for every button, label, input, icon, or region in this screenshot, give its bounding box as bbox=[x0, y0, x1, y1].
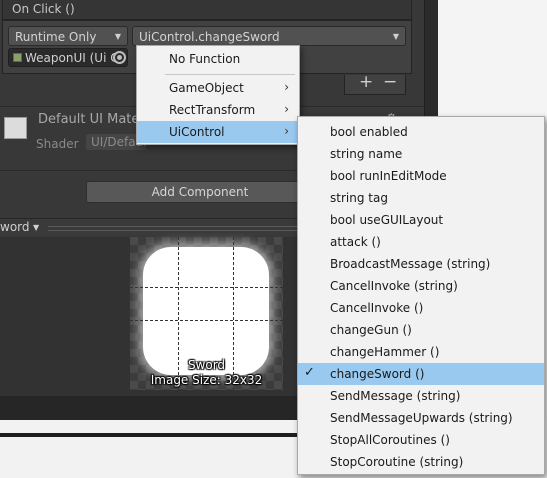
menu-separator bbox=[165, 74, 295, 75]
menu-item-label: changeHammer () bbox=[330, 345, 440, 359]
menu-item-label: attack () bbox=[330, 235, 381, 249]
menu-item-stopallcoroutines[interactable]: StopAllCoroutines () bbox=[298, 429, 544, 451]
menu-item-cancelinvoke[interactable]: CancelInvoke () bbox=[298, 297, 544, 319]
sword-sprite-image bbox=[143, 247, 269, 375]
menu-item-cancelinvoke-string[interactable]: CancelInvoke (string) bbox=[298, 275, 544, 297]
function-dropdown[interactable]: UiControl.changeSword ▼ bbox=[132, 26, 406, 46]
dropdown-arrow-icon: ▼ bbox=[392, 32, 399, 41]
submenu-arrow-icon: › bbox=[284, 80, 289, 94]
menu-item-changegun[interactable]: changeGun () bbox=[298, 319, 544, 341]
uicontrol-function-menu: bool enabled string name bool runInEditM… bbox=[297, 116, 545, 475]
menu-item-label: CancelInvoke () bbox=[330, 301, 424, 315]
background-area bbox=[438, 0, 547, 116]
menu-item-no-function[interactable]: No Function bbox=[137, 48, 299, 70]
menu-item-label: bool useGUILayout bbox=[330, 213, 444, 227]
target-object-value: WeaponUI (Ui C bbox=[25, 51, 119, 65]
target-object-field[interactable]: WeaponUI (Ui C bbox=[8, 48, 128, 67]
dropdown-arrow-icon: ▼ bbox=[114, 32, 121, 41]
dropdown-arrow-icon[interactable]: ▼ bbox=[33, 223, 39, 232]
menu-item-label: StopAllCoroutines () bbox=[330, 433, 450, 447]
function-value: UiControl.changeSword bbox=[139, 30, 280, 44]
menu-item-label: StopCoroutine (string) bbox=[330, 455, 464, 469]
menu-item-bool-enabled[interactable]: bool enabled bbox=[298, 121, 544, 143]
menu-item-gameobject[interactable]: GameObject › bbox=[137, 77, 299, 99]
menu-item-label: bool enabled bbox=[330, 125, 408, 139]
menu-item-sendmessage[interactable]: SendMessage (string) bbox=[298, 385, 544, 407]
slice-guide-line bbox=[130, 320, 283, 321]
menu-item-string-name[interactable]: string name bbox=[298, 143, 544, 165]
object-picker-icon[interactable] bbox=[113, 51, 126, 64]
menu-item-broadcastmessage[interactable]: BroadcastMessage (string) bbox=[298, 253, 544, 275]
runtime-mode-value: Runtime Only bbox=[15, 30, 97, 44]
menu-item-attack[interactable]: attack () bbox=[298, 231, 544, 253]
menu-item-label: BroadcastMessage (string) bbox=[330, 257, 491, 271]
preview-resize-grip[interactable] bbox=[48, 226, 308, 231]
shader-label: Shader bbox=[36, 137, 79, 151]
slice-guide-line bbox=[130, 287, 283, 288]
menu-item-changehammer[interactable]: changeHammer () bbox=[298, 341, 544, 363]
add-event-button[interactable]: + bbox=[359, 72, 373, 92]
menu-item-label: changeGun () bbox=[330, 323, 412, 337]
menu-item-label: SendMessage (string) bbox=[330, 389, 461, 403]
menu-item-recttransform[interactable]: RectTransform › bbox=[137, 99, 299, 121]
check-icon: ✓ bbox=[304, 365, 315, 380]
add-component-button[interactable]: Add Component bbox=[86, 181, 314, 203]
on-click-title: On Click () bbox=[12, 2, 75, 16]
menu-item-sendmessageupwards[interactable]: SendMessageUpwards (string) bbox=[298, 407, 544, 429]
submenu-arrow-icon: › bbox=[284, 124, 289, 138]
menu-item-label: SendMessageUpwards (string) bbox=[330, 411, 513, 425]
menu-item-label: CancelInvoke (string) bbox=[330, 279, 458, 293]
preview-title[interactable]: word bbox=[0, 220, 30, 234]
menu-item-bool-runineditmode[interactable]: bool runInEditMode bbox=[298, 165, 544, 187]
list-add-remove: + − bbox=[344, 72, 406, 95]
menu-item-label: UiControl bbox=[169, 125, 225, 139]
menu-item-uicontrol[interactable]: UiControl › bbox=[137, 121, 299, 143]
menu-item-label: GameObject bbox=[169, 81, 244, 95]
menu-item-label: bool runInEditMode bbox=[330, 169, 447, 183]
menu-item-changesword[interactable]: ✓ changeSword () bbox=[298, 363, 544, 385]
sprite-name-label: Sword bbox=[187, 358, 226, 372]
menu-item-label: No Function bbox=[169, 52, 241, 66]
function-category-menu: No Function GameObject › RectTransform ›… bbox=[136, 45, 300, 145]
image-size-label: Image Size: 32x32 bbox=[150, 373, 263, 387]
menu-item-string-tag[interactable]: string tag bbox=[298, 187, 544, 209]
menu-item-label: changeSword () bbox=[330, 367, 425, 381]
gameobject-icon bbox=[13, 53, 22, 62]
remove-event-button[interactable]: − bbox=[383, 72, 397, 92]
runtime-mode-dropdown[interactable]: Runtime Only ▼ bbox=[8, 26, 128, 46]
material-name: Default UI Mate bbox=[38, 112, 140, 127]
window-frame-edge bbox=[0, 433, 300, 437]
menu-item-label: RectTransform bbox=[169, 103, 256, 117]
inspector-scrollbar[interactable] bbox=[424, 0, 438, 116]
on-click-header: On Click () bbox=[2, 0, 412, 20]
menu-item-bool-useguilayout[interactable]: bool useGUILayout bbox=[298, 209, 544, 231]
menu-item-label: string name bbox=[330, 147, 403, 161]
menu-item-stopcoroutine[interactable]: StopCoroutine (string) bbox=[298, 451, 544, 473]
menu-item-label: string tag bbox=[330, 191, 388, 205]
material-thumbnail bbox=[4, 117, 27, 139]
submenu-arrow-icon: › bbox=[284, 102, 289, 116]
